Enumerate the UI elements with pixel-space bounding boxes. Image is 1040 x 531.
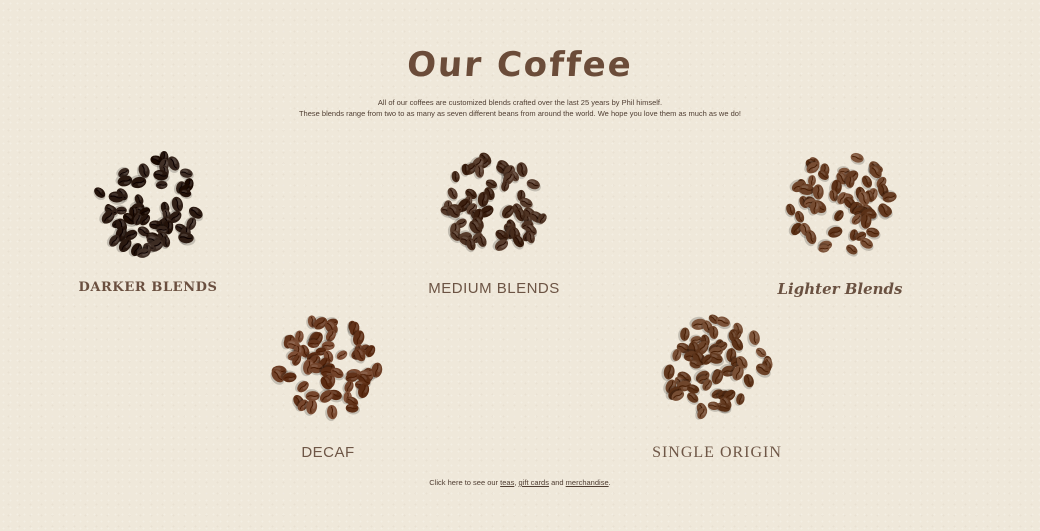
category-lighter-blends[interactable]: Lighter Blends xyxy=(720,142,960,298)
footer-links: Click here to see our teas, gift cards a… xyxy=(0,478,1040,487)
category-label-single-origin[interactable]: SINGLE ORIGIN xyxy=(597,444,837,462)
decaf-beans-image[interactable] xyxy=(258,306,398,436)
footer-suffix: . xyxy=(608,478,611,487)
category-label-darker[interactable]: DARKER BLENDS xyxy=(28,280,268,295)
category-label-lighter[interactable]: Lighter Blends xyxy=(720,280,960,298)
medium-beans-image[interactable] xyxy=(424,142,564,272)
category-single-origin[interactable]: SINGLE ORIGIN xyxy=(597,306,837,462)
teas-link[interactable]: teas xyxy=(500,478,514,487)
single-origin-beans-image[interactable] xyxy=(647,306,787,436)
intro-text: All of our coffees are customized blends… xyxy=(0,97,1040,119)
darker-beans-image[interactable] xyxy=(78,142,218,272)
category-decaf[interactable]: DECAF xyxy=(208,306,448,461)
gift-cards-link[interactable]: gift cards xyxy=(519,478,549,487)
footer-and: and xyxy=(551,478,564,487)
category-label-decaf[interactable]: DECAF xyxy=(208,444,448,461)
footer-prefix: Click here to see our xyxy=(429,478,499,487)
category-label-medium[interactable]: MEDIUM BLENDS xyxy=(374,280,614,297)
category-medium-blends[interactable]: MEDIUM BLENDS xyxy=(374,142,614,297)
intro-line-2: These blends range from two to as many a… xyxy=(298,109,742,118)
category-darker-blends[interactable]: DARKER BLENDS xyxy=(28,142,268,295)
merchandise-link[interactable]: merchandise xyxy=(566,478,609,487)
intro-line-1: All of our coffees are customized blends… xyxy=(377,98,663,107)
page-title: Our Coffee xyxy=(405,44,635,85)
footer-sep: , xyxy=(514,478,517,487)
lighter-beans-image[interactable] xyxy=(770,142,910,272)
page: Our Coffee All of our coffees are custom… xyxy=(0,0,1040,531)
